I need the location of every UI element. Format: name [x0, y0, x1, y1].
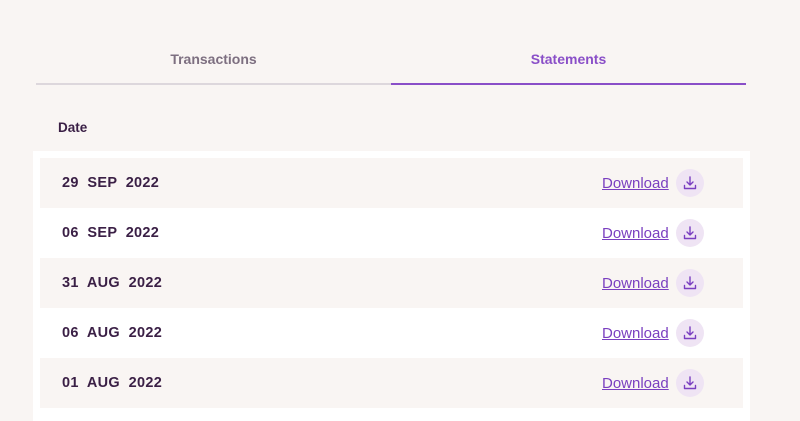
download-link[interactable]: Download	[602, 175, 669, 192]
table-row: 06 SEP 2022 Download	[40, 208, 743, 258]
statement-date: 29 SEP 2022	[62, 175, 160, 191]
table-row: 06 AUG 2022 Download	[40, 308, 743, 358]
download-button[interactable]	[676, 269, 704, 297]
table-row: 29 SEP 2022 Download	[40, 158, 743, 208]
download-icon	[683, 276, 697, 290]
statements-table: 29 SEP 2022 Download 06 SEP 2022 Downloa…	[33, 151, 750, 421]
tab-bar: Transactions Statements	[36, 38, 746, 85]
download-button[interactable]	[676, 169, 704, 197]
statement-date: 01 AUG 2022	[62, 375, 163, 391]
download-icon	[683, 326, 697, 340]
statement-date: 31 AUG 2022	[62, 275, 163, 291]
download-link[interactable]: Download	[602, 325, 669, 342]
download-icon	[683, 176, 697, 190]
tab-transactions[interactable]: Transactions	[36, 38, 391, 83]
statement-date: 06 AUG 2022	[62, 325, 163, 341]
download-button[interactable]	[676, 319, 704, 347]
download-button[interactable]	[676, 369, 704, 397]
download-button[interactable]	[676, 219, 704, 247]
date-column-header: Date	[58, 120, 88, 135]
tab-statements[interactable]: Statements	[391, 38, 746, 85]
table-row: 01 AUG 2022 Download	[40, 358, 743, 408]
download-icon	[683, 226, 697, 240]
download-link[interactable]: Download	[602, 225, 669, 242]
table-row: 31 AUG 2022 Download	[40, 258, 743, 308]
download-link[interactable]: Download	[602, 375, 669, 392]
statement-date: 06 SEP 2022	[62, 225, 160, 241]
download-icon	[683, 376, 697, 390]
download-link[interactable]: Download	[602, 275, 669, 292]
